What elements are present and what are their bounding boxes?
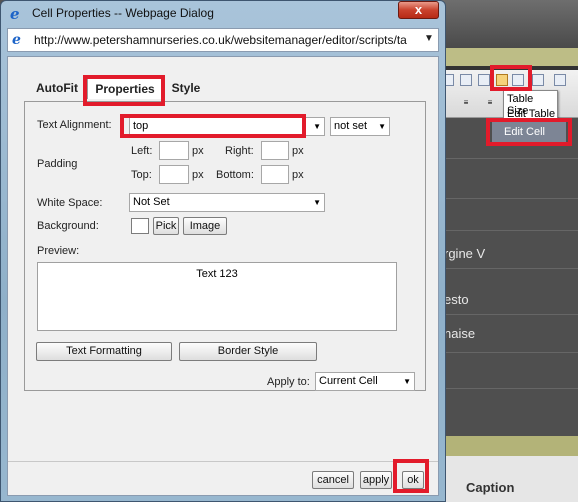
padding-top-input[interactable] [159, 165, 189, 184]
text-alignment-label: Text Alignment: [37, 119, 112, 131]
ie-page-icon: e [12, 32, 21, 48]
cancel-button[interactable]: cancel [312, 471, 354, 489]
table-context-menu: Table Size Edit Table [503, 90, 558, 122]
toolbar-icon-d[interactable] [512, 74, 524, 86]
apply-to-label: Apply to: [267, 376, 310, 388]
padding-bottom-label: Bottom: [216, 169, 254, 181]
padding-left-input[interactable] [159, 141, 189, 160]
padding-top-label: Top: [131, 169, 152, 181]
apply-to-select[interactable]: Current Cell ▼ [315, 372, 415, 391]
toolbar-icon-b[interactable] [460, 74, 472, 86]
background-color-swatch[interactable] [131, 218, 149, 234]
white-space-value: Not Set [133, 196, 170, 208]
text-alignment-value: top [133, 120, 149, 132]
preview-box: Text 123 [37, 262, 397, 331]
px-unit-label: px [192, 145, 204, 157]
footer-divider [8, 461, 438, 462]
chevron-down-icon: ▼ [403, 377, 411, 386]
address-bar[interactable]: e http://www.petershamnurseries.co.uk/we… [7, 28, 439, 52]
preview-label: Preview: [37, 245, 80, 257]
close-button[interactable]: x [398, 1, 439, 19]
dropdown-arrow-icon[interactable]: ▼ [424, 33, 436, 44]
chevron-down-icon: ▼ [378, 122, 386, 131]
ok-button[interactable]: ok [402, 471, 424, 489]
vertical-alignment-select[interactable]: not set ▼ [330, 117, 390, 136]
pick-button[interactable]: Pick [153, 217, 179, 235]
text-formatting-button[interactable]: Text Formatting [36, 342, 172, 361]
px-unit-label: px [192, 169, 204, 181]
editor-olive-band [440, 48, 578, 66]
title-bar: e Cell Properties -- Webpage Dialog x [0, 0, 446, 28]
white-space-label: White Space: [37, 197, 103, 209]
table-edit-icon[interactable] [496, 74, 508, 86]
editor-content: rgine V esto naise [440, 118, 578, 436]
align-center-icon[interactable]: ≡ [484, 98, 496, 110]
toolbar-icon-e[interactable] [532, 74, 544, 86]
editor-olive-band-2 [440, 436, 578, 456]
background-label: Background: [37, 220, 99, 232]
content-text-1: rgine V [444, 246, 486, 261]
apply-button[interactable]: apply [360, 471, 392, 489]
editor-bottom: Caption [440, 456, 578, 502]
tab-style[interactable]: Style [166, 77, 206, 99]
px-unit-label: px [292, 145, 304, 157]
align-left-icon[interactable]: ≡ [460, 98, 472, 110]
dialog-client: AutoFit Properties Style Text Alignment:… [7, 56, 439, 496]
padding-left-label: Left: [131, 145, 153, 157]
padding-bottom-input[interactable] [261, 165, 289, 184]
ie-page-icon: e [10, 5, 20, 23]
dialog-title: Cell Properties -- Webpage Dialog [32, 6, 214, 20]
chevron-down-icon: ▼ [313, 122, 321, 131]
apply-to-value: Current Cell [319, 375, 378, 387]
px-unit-label: px [292, 169, 304, 181]
padding-right-input[interactable] [261, 141, 289, 160]
cell-properties-dialog: e Cell Properties -- Webpage Dialog x e … [0, 0, 446, 502]
address-url: http://www.petershamnurseries.co.uk/webs… [34, 33, 407, 47]
padding-right-label: Right: [225, 145, 254, 157]
content-text-3: naise [444, 326, 476, 341]
vertical-alignment-value: not set [334, 120, 368, 132]
toolbar-icon-f[interactable] [554, 74, 566, 86]
properties-panel: Text Alignment: top ▼ not set ▼ Padding … [24, 101, 426, 391]
menu-item-edit-table[interactable]: Edit Table [507, 108, 555, 120]
close-icon: x [414, 2, 423, 17]
padding-label: Padding [37, 158, 78, 170]
text-alignment-select[interactable]: top ▼ [129, 117, 325, 136]
preview-text: Text 123 [196, 268, 238, 280]
tab-properties[interactable]: Properties [87, 77, 163, 99]
chevron-down-icon: ▼ [313, 198, 321, 207]
white-space-select[interactable]: Not Set ▼ [129, 193, 325, 212]
toolbar-icon-c[interactable] [478, 74, 490, 86]
editor-title-area [440, 0, 578, 48]
content-text-2: esto [444, 292, 469, 307]
image-button[interactable]: Image [183, 217, 227, 235]
menu-item-edit-cell[interactable]: Edit Cell [492, 122, 566, 142]
border-style-button[interactable]: Border Style [179, 342, 317, 361]
tab-autofit[interactable]: AutoFit [30, 77, 84, 99]
caption-label: Caption [466, 480, 515, 495]
